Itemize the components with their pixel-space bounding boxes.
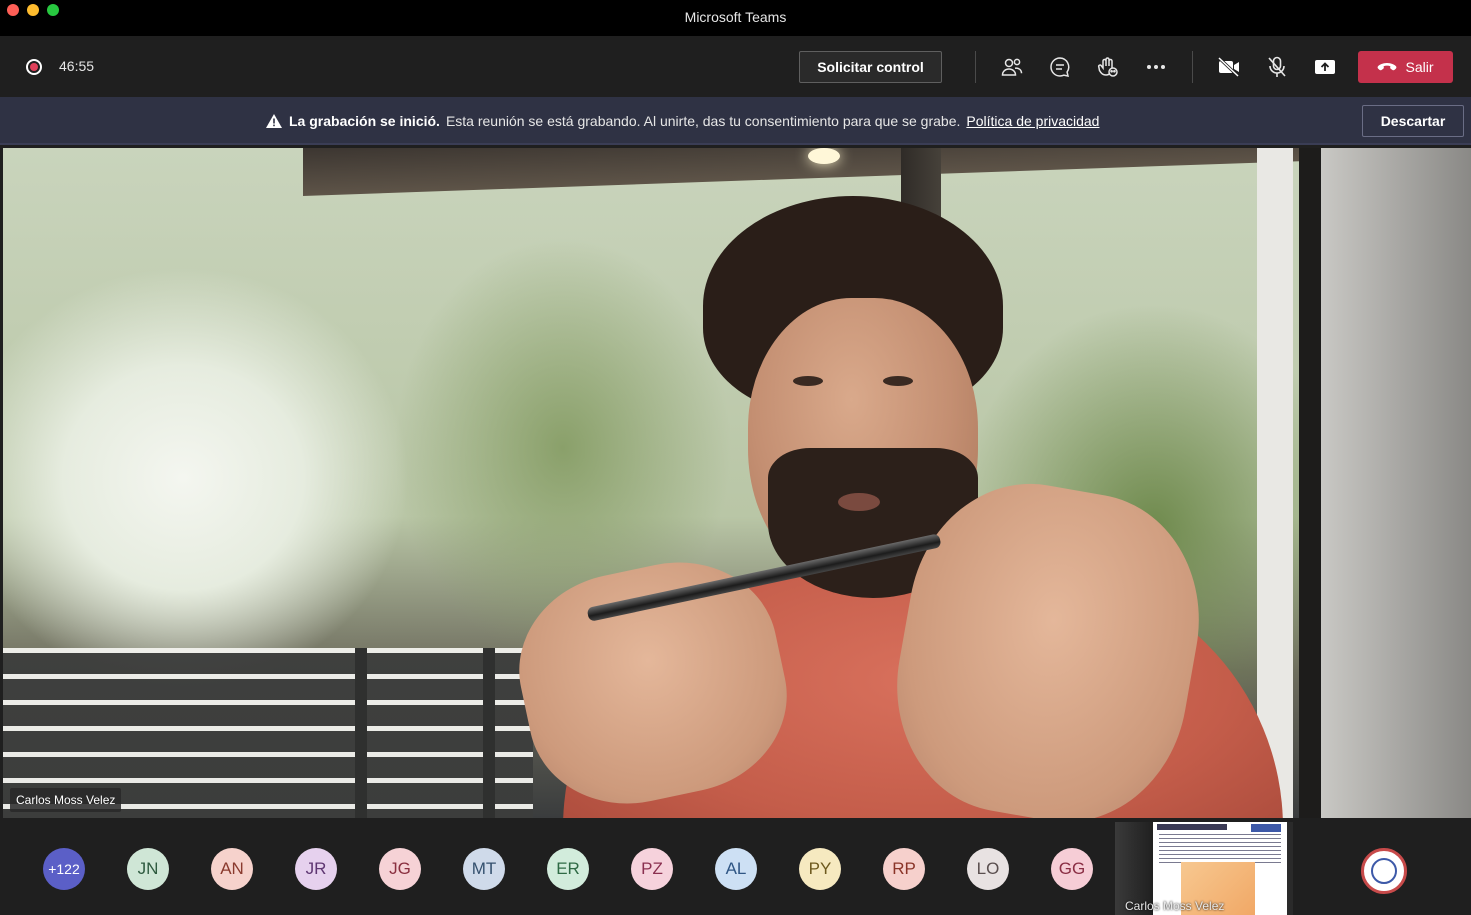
request-control-button[interactable]: Solicitar control [799, 51, 942, 83]
participant-avatar[interactable]: PZ [631, 848, 673, 890]
warning-icon [266, 114, 282, 128]
toolbar-divider [975, 51, 976, 83]
banner-text: La grabación se inició. Esta reunión se … [265, 113, 1099, 129]
chat-icon[interactable] [1045, 52, 1075, 82]
phone-hangup-icon [1378, 63, 1397, 71]
mic-off-icon[interactable] [1262, 52, 1292, 82]
participant-avatar[interactable]: AN [211, 848, 253, 890]
recording-banner: La grabación se inició. Esta reunión se … [0, 97, 1471, 145]
participant-avatar[interactable]: AL [715, 848, 757, 890]
organization-logo[interactable] [1361, 848, 1407, 894]
more-icon[interactable] [1141, 52, 1171, 82]
participant-avatar[interactable]: MT [463, 848, 505, 890]
participant-avatar[interactable]: ER [547, 848, 589, 890]
toolbar-divider [1192, 51, 1193, 83]
leave-label: Salir [1405, 59, 1434, 75]
thumbnail-doc-header [1157, 824, 1227, 830]
video-scene-roof [303, 148, 1303, 196]
privacy-policy-link[interactable]: Política de privacidad [966, 113, 1099, 129]
video-scene-post [1257, 148, 1293, 818]
more-participants-badge[interactable]: +122 [43, 848, 85, 890]
participant-avatar[interactable]: PY [799, 848, 841, 890]
video-person-eye [883, 376, 913, 386]
window-title: Microsoft Teams [684, 9, 787, 25]
people-icon[interactable] [997, 52, 1027, 82]
main-video-feed [3, 148, 1471, 818]
title-bar: Microsoft Teams [0, 0, 1471, 36]
shared-content-thumbnail[interactable]: Carlos Moss Velez [1115, 822, 1293, 915]
meeting-control-bar: 46:55 Solicitar control Salir [0, 36, 1471, 97]
participant-avatar[interactable]: JR [295, 848, 337, 890]
banner-title: La grabación se inició. [289, 113, 440, 129]
video-scene-fence-post [483, 648, 495, 818]
participant-avatar[interactable]: JG [379, 848, 421, 890]
thumbnail-label: Carlos Moss Velez [1125, 899, 1225, 913]
dismiss-button[interactable]: Descartar [1362, 105, 1464, 137]
video-scene-post [1299, 148, 1321, 818]
camera-off-icon[interactable] [1214, 52, 1244, 82]
speaker-name-tag: Carlos Moss Velez [10, 788, 122, 812]
organization-logo-mark [1371, 858, 1397, 884]
raise-hand-icon[interactable] [1093, 52, 1123, 82]
record-icon [26, 59, 42, 75]
participant-strip: +122 JN AN JR JG MT ER PZ AL PY RP LO GG Carlos Mos… [0, 818, 1471, 915]
participant-avatar[interactable]: JN [127, 848, 169, 890]
video-scene-fence-post [355, 648, 367, 818]
participant-avatar[interactable]: GG [1051, 848, 1093, 890]
participant-avatar[interactable]: LO [967, 848, 1009, 890]
banner-message: Esta reunión se está grabando. Al unirte… [445, 113, 961, 129]
share-screen-icon[interactable] [1310, 52, 1340, 82]
video-scene-light [808, 148, 840, 164]
thumbnail-doc-logo [1251, 824, 1281, 832]
video-scene-post [1321, 148, 1471, 818]
video-person-eye [793, 376, 823, 386]
video-person-mouth [838, 493, 880, 511]
participant-avatar[interactable]: RP [883, 848, 925, 890]
meeting-timer: 46:55 [59, 58, 95, 74]
thumbnail-doc-lines [1159, 834, 1281, 864]
leave-meeting-button[interactable]: Salir [1358, 51, 1453, 83]
